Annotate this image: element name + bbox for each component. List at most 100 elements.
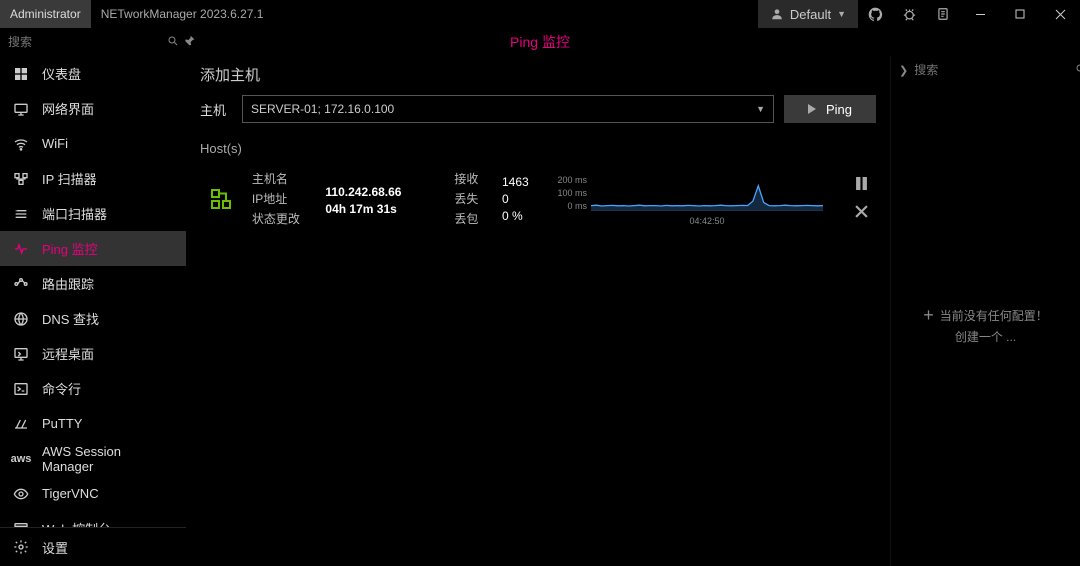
nav-label: PuTTY — [42, 416, 82, 431]
dns-icon — [12, 311, 30, 327]
nav-label: 仪表盘 — [42, 64, 81, 83]
github-icon[interactable] — [858, 0, 892, 28]
empty-text-1: 当前没有任何配置！ — [940, 307, 1048, 324]
sidebar-item-aws[interactable]: aws AWS Session Manager — [0, 441, 186, 476]
close-button[interactable] — [1040, 0, 1080, 28]
nav-label: 端口扫描器 — [42, 204, 107, 223]
sidebar-item-ipscanner[interactable]: IP 扫描器 — [0, 161, 186, 196]
host-value-column: 110.242.68.66 04h 17m 31s — [325, 182, 436, 216]
ytick: 0 ms — [557, 201, 587, 211]
sidebar-item-dashboard[interactable]: 仪表盘 — [0, 56, 186, 91]
search-icon[interactable] — [1075, 63, 1080, 78]
nav-label: Ping 监控 — [42, 239, 98, 258]
pingmonitor-icon — [12, 241, 30, 257]
ping-button-label: Ping — [826, 102, 852, 117]
sidebar-item-network[interactable]: 网络界面 — [0, 91, 186, 126]
chart-yaxis: 200 ms 100 ms 0 ms — [557, 175, 587, 211]
add-host-title: 添加主机 — [200, 64, 876, 85]
nav-label: 网络界面 — [42, 99, 94, 118]
ipscanner-icon — [12, 171, 30, 187]
sidebar-item-putty[interactable]: PuTTY — [0, 406, 186, 441]
sidebar-item-tigervnc[interactable]: TigerVNC — [0, 476, 186, 511]
powershell-icon — [12, 381, 30, 397]
chevron-right-icon[interactable]: ❯ — [899, 64, 908, 77]
main-content: 添加主机 主机 SERVER-01; 172.16.0.100 ▼ Ping H… — [186, 56, 890, 566]
maximize-button[interactable] — [1000, 0, 1040, 28]
stats-value-column: 1463 0 0 % — [502, 175, 539, 223]
ip-label: IP地址 — [252, 190, 308, 207]
ping-chart: 200 ms 100 ms 0 ms 04:42:50 — [557, 175, 823, 223]
rdp-icon — [12, 346, 30, 362]
sidebar-item-portscanner[interactable]: # 端口扫描器 — [0, 196, 186, 231]
chart-xlabel: 04:42:50 — [591, 216, 823, 226]
remove-button[interactable] — [855, 205, 868, 221]
hostname-label: 主机名 — [252, 170, 308, 187]
stats-label-column: 接收 丢失 丢包 — [454, 170, 484, 227]
putty-icon — [12, 416, 30, 432]
ping-button[interactable]: Ping — [784, 95, 876, 123]
docs-icon[interactable] — [926, 0, 960, 28]
host-input-value: SERVER-01; 172.16.0.100 — [251, 102, 394, 116]
sidebar-search-input[interactable] — [8, 35, 163, 49]
portscanner-icon: # — [12, 206, 30, 222]
received-label: 接收 — [454, 170, 484, 187]
host-card: 主机名 IP地址 状态更改 110.242.68.66 04h 17m 31s … — [200, 166, 876, 231]
hosts-section-label: Host(s) — [200, 141, 876, 156]
sidebar-item-rdp[interactable]: 远程桌面 — [0, 336, 186, 371]
nav-label: AWS Session Manager — [42, 444, 174, 474]
sidebar-item-settings[interactable]: 设置 — [0, 528, 186, 566]
search-icon[interactable] — [167, 35, 179, 50]
profiles-search-input[interactable] — [914, 63, 1069, 77]
host-label-column: 主机名 IP地址 状态更改 — [252, 170, 308, 227]
ytick: 200 ms — [557, 175, 587, 185]
sidebar-item-dns[interactable]: DNS 查找 — [0, 301, 186, 336]
ytick: 100 ms — [557, 188, 587, 198]
chevron-down-icon[interactable]: ▼ — [756, 104, 765, 114]
play-icon — [808, 104, 816, 114]
loss-label: 丢包 — [454, 210, 484, 227]
sidebar-item-traceroute[interactable]: 路由跟踪 — [0, 266, 186, 301]
nav-label: Web 控制台 — [42, 519, 111, 527]
header-row: Ping 监控 — [0, 28, 1080, 56]
chart-svg — [591, 175, 823, 211]
sidebar-search[interactable] — [0, 28, 186, 56]
profiles-panel: ❯ + + 当前没有任何配置！ 创建一个 ... — [890, 56, 1080, 566]
bug-icon[interactable] — [892, 0, 926, 28]
sidebar: 仪表盘网络界面 WiFi IP 扫描器 # 端口扫描器 Ping 监控路由跟踪 DNS 查找… — [0, 56, 186, 566]
status-value: 04h 17m 31s — [325, 202, 436, 216]
minimize-button[interactable] — [960, 0, 1000, 28]
nav-label: 命令行 — [42, 379, 81, 398]
loss-value: 0 % — [502, 209, 539, 223]
sidebar-item-pingmonitor[interactable]: Ping 监控 — [0, 231, 186, 266]
profiles-search[interactable]: ❯ + — [891, 56, 1080, 84]
host-input[interactable]: SERVER-01; 172.16.0.100 ▼ — [242, 95, 774, 123]
dashboard-icon — [12, 66, 30, 82]
lost-label: 丢失 — [454, 190, 484, 207]
sidebar-item-wifi[interactable]: WiFi — [0, 126, 186, 161]
chevron-down-icon: ▼ — [837, 9, 846, 19]
received-value: 1463 — [502, 175, 539, 189]
svg-text:#: # — [14, 208, 17, 214]
host-field-label: 主机 — [200, 100, 232, 119]
profile-dropdown[interactable]: Default ▼ — [758, 0, 858, 28]
tigervnc-icon — [12, 486, 30, 502]
sidebar-item-webconsole[interactable]: Web 控制台 — [0, 511, 186, 527]
aws-icon: aws — [12, 453, 30, 465]
nav-label: DNS 查找 — [42, 309, 99, 328]
ip-value: 110.242.68.66 — [325, 185, 436, 199]
nav-label: 远程桌面 — [42, 344, 94, 363]
nav-label: TigerVNC — [42, 486, 99, 501]
user-icon — [770, 7, 784, 21]
empty-text-2: 创建一个 ... — [955, 328, 1016, 345]
titlebar: Administrator NETworkManager 2023.6.27.1… — [0, 0, 1080, 28]
status-label: 状态更改 — [252, 210, 308, 227]
pin-icon[interactable] — [183, 34, 196, 50]
host-status-icon — [208, 187, 234, 211]
pause-button[interactable] — [855, 177, 868, 193]
nav-label: IP 扫描器 — [42, 169, 97, 188]
page-title: Ping 监控 — [510, 32, 570, 52]
nav-label: 路由跟踪 — [42, 274, 94, 293]
sidebar-item-powershell[interactable]: 命令行 — [0, 371, 186, 406]
nav-list: 仪表盘网络界面 WiFi IP 扫描器 # 端口扫描器 Ping 监控路由跟踪 DNS 查找… — [0, 56, 186, 527]
traceroute-icon — [12, 276, 30, 292]
